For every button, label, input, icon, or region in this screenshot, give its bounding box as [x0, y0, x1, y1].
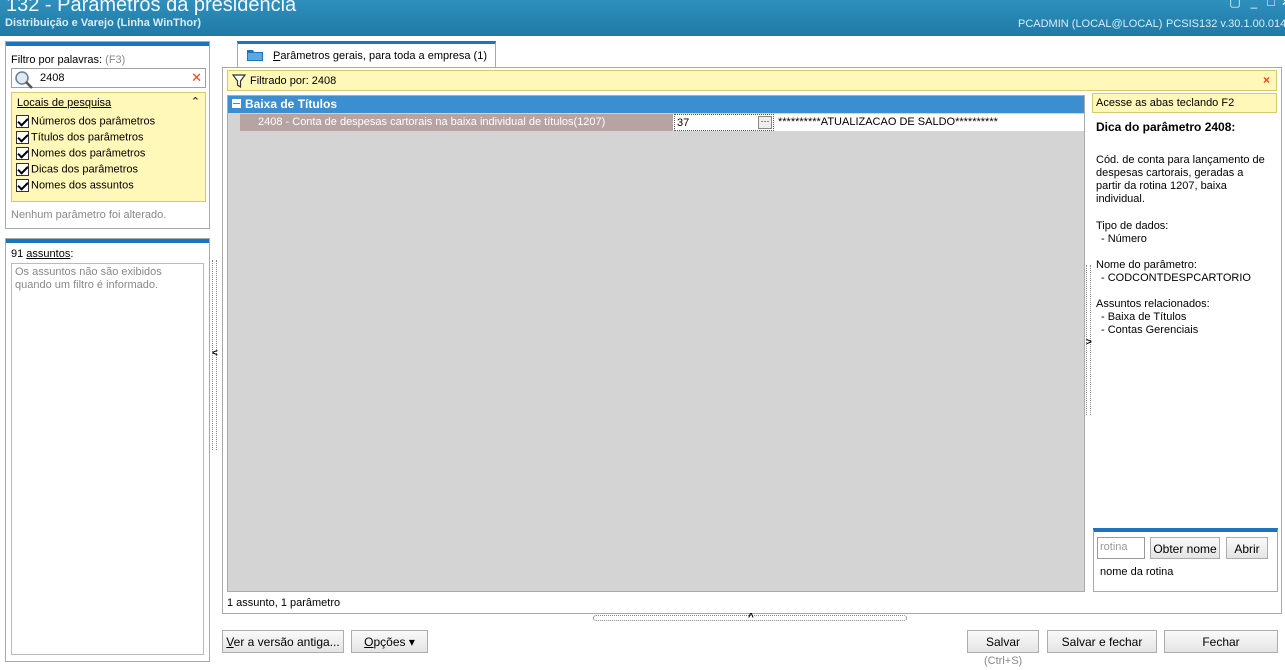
group-row[interactable]: Baixa de Títulos: [228, 96, 1084, 113]
save-shortcut: (Ctrl+S): [984, 655, 1023, 667]
main-content: Filtrado por: 2408 × Baixa de Títulos 24…: [222, 67, 1282, 614]
location-checkbox-param-numbers[interactable]: Números dos parâmetros: [16, 115, 155, 130]
filter-panel: Filtro por palavras: (F3) 2408 ✕ Locais …: [5, 41, 210, 229]
no-change-message: Nenhum parâmetro foi alterado.: [11, 209, 167, 221]
search-locations-title[interactable]: Locais de pesquisa: [17, 97, 111, 109]
param-value: 37: [677, 117, 690, 129]
group-title: Baixa de Títulos: [245, 97, 338, 111]
magnifier-icon: [15, 71, 33, 89]
minimize-icon[interactable]: _: [1247, 0, 1261, 9]
data-type-value: - Número: [1101, 233, 1147, 245]
collapse-up-icon[interactable]: ^: [748, 612, 754, 623]
search-input[interactable]: 2408 ✕: [11, 68, 206, 89]
subjects-panel: 91 assuntos: Os assuntos não são exibido…: [5, 238, 210, 662]
ellipsis-button[interactable]: ···: [758, 116, 772, 129]
checkbox[interactable]: [16, 179, 29, 192]
filter-label: Filtro por palavras: (F3): [11, 54, 126, 66]
location-checkbox-param-names[interactable]: Nomes dos parâmetros: [16, 147, 145, 162]
system-info: PCSIS132 v.30.1.00.014: [1166, 18, 1285, 30]
window-title: 132 - Parâmetros da presidência: [6, 0, 297, 16]
param-name-value: - CODCONTDESPCARTORIO: [1101, 272, 1251, 284]
checkbox[interactable]: [16, 147, 29, 160]
related-subject[interactable]: - Baixa de Títulos: [1101, 311, 1186, 324]
checkbox[interactable]: [16, 131, 29, 144]
tip-text: Cód. de conta para lançamento de despesa…: [1096, 154, 1265, 205]
param-name-cell[interactable]: 2408 - Conta de despesas cartorais na ba…: [240, 114, 673, 131]
tab-general-params[interactable]: Parâmetros gerais, para toda a empresa (…: [237, 41, 496, 68]
close-button[interactable]: Fechar: [1164, 630, 1278, 653]
clear-search-icon[interactable]: ✕: [191, 70, 202, 86]
subjects-list[interactable]: Os assuntos não são exibidos quando um f…: [11, 263, 204, 655]
old-version-button[interactable]: Ver a versão antiga...: [222, 630, 344, 653]
save-close-button[interactable]: Salvar e fechar: [1047, 630, 1157, 653]
param-value-input[interactable]: 37 ···: [674, 114, 774, 131]
param-name-label: Nome do parâmetro:: [1096, 259, 1197, 271]
location-checkbox-subject-names[interactable]: Nomes dos assuntos: [16, 179, 134, 194]
remove-filter-icon[interactable]: ×: [1263, 73, 1270, 87]
close-icon[interactable]: ✕: [1279, 0, 1285, 9]
param-description: **********ATUALIZACAO DE SALDO**********: [778, 116, 998, 128]
search-locations: Locais de pesquisa ⌃ Números dos parâmet…: [11, 92, 206, 202]
options-button[interactable]: Opções ▾: [351, 630, 428, 653]
grid-status: 1 assunto, 1 parâmetro: [227, 597, 341, 609]
search-value: 2408: [40, 72, 65, 84]
collapse-group-icon[interactable]: [232, 99, 241, 108]
related-label: Assuntos relacionados:: [1096, 298, 1210, 310]
table-row[interactable]: 2408 - Conta de despesas cartorais na ba…: [240, 114, 1084, 131]
location-checkbox-param-titles[interactable]: Títulos dos parâmetros: [16, 131, 144, 146]
parameters-grid: Baixa de Títulos 2408 - Conta de despesa…: [227, 95, 1085, 592]
funnel-icon: [232, 74, 246, 88]
subjects-count: 91 assuntos:: [11, 248, 74, 260]
get-name-button[interactable]: Obter nome: [1150, 537, 1220, 559]
dropdown-arrow-icon: ▾: [408, 635, 415, 649]
panel-accent: [6, 42, 209, 46]
open-button[interactable]: Abrir: [1226, 537, 1268, 559]
tab-label: Parâmetros gerais, para toda a empresa (…: [273, 50, 487, 62]
data-type-label: Tipo de dados:: [1096, 220, 1169, 232]
maximize-icon[interactable]: □: [1264, 0, 1278, 9]
collapse-icon[interactable]: ⌃: [191, 95, 200, 108]
save-button[interactable]: Salvar: [967, 630, 1039, 653]
filter-status-text: Filtrado por: 2408: [250, 75, 337, 87]
folder-icon: [247, 50, 263, 61]
tabs-hint: Acesse as abas teclando F2: [1092, 93, 1277, 113]
related-subject[interactable]: - Contas Gerenciais: [1101, 324, 1198, 337]
location-checkbox-param-tips[interactable]: Dicas dos parâmetros: [16, 163, 138, 178]
filter-status-bar: Filtrado por: 2408 ×: [227, 70, 1277, 91]
checkbox[interactable]: [16, 115, 29, 128]
restore-icon[interactable]: ▢: [1228, 0, 1242, 9]
collapse-right-icon[interactable]: >: [1086, 337, 1092, 348]
title-bar: 132 - Parâmetros da presidência Distribu…: [0, 0, 1285, 36]
checkbox[interactable]: [16, 163, 29, 176]
routine-input[interactable]: rotina: [1097, 537, 1145, 559]
tip-title: Dica do parâmetro 2408:: [1096, 120, 1236, 134]
routine-name: nome da rotina: [1100, 566, 1174, 578]
collapse-left-icon[interactable]: <: [212, 348, 218, 359]
window-subtitle: Distribuição e Varejo (Linha WinThor): [5, 17, 202, 29]
panel-accent: [6, 239, 209, 243]
user-info: PCADMIN (LOCAL@LOCAL): [1018, 18, 1163, 30]
routine-panel: rotina Obter nome Abrir nome da rotina: [1093, 528, 1278, 592]
